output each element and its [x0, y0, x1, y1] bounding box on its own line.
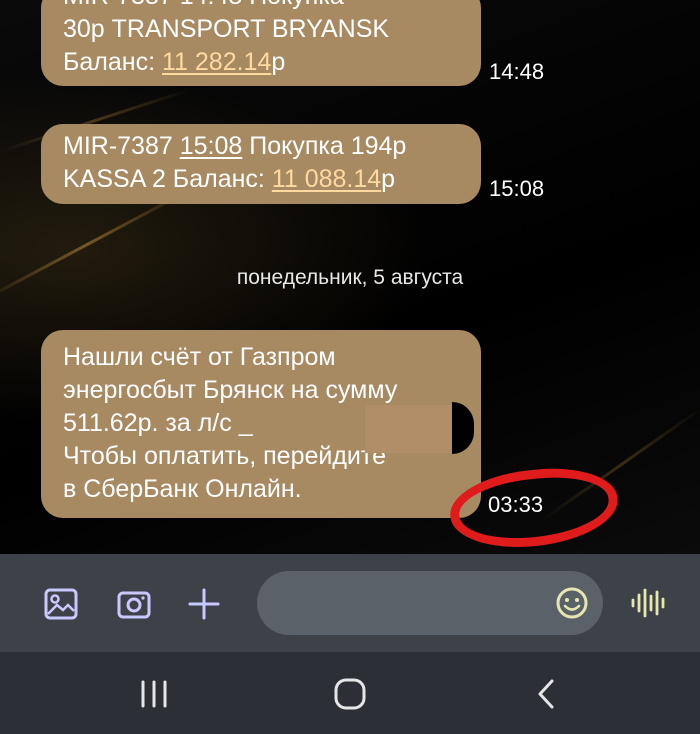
- message-input-bar: [0, 554, 700, 652]
- balance-link[interactable]: 11 282.14: [162, 48, 271, 76]
- plus-icon: [188, 588, 220, 620]
- chat-area: MIR-7387 14:48 Покупка 30р TRANSPORT BRY…: [0, 0, 700, 554]
- purchase-text: Покупка 194р: [242, 132, 407, 160]
- attach-button[interactable]: [187, 587, 221, 626]
- message-bubble[interactable]: MIR-7387 14:48 Покупка 30р TRANSPORT BRY…: [41, 0, 481, 86]
- message-line: энергосбыт Брянск на сумму: [63, 376, 398, 404]
- redaction-patch: [365, 405, 460, 453]
- currency-suffix: р: [381, 165, 396, 193]
- currency-suffix: р: [271, 48, 286, 76]
- back-button[interactable]: [534, 678, 558, 715]
- message-line: в СберБанк Онлайн.: [63, 475, 302, 503]
- message-time: 03:33: [488, 492, 544, 517]
- home-button[interactable]: [333, 677, 367, 716]
- message-line: Баланс: 11 282.14р: [63, 46, 459, 79]
- camera-button[interactable]: [117, 588, 151, 625]
- voice-icon: [631, 588, 665, 618]
- voice-button[interactable]: [630, 585, 666, 626]
- message-line: 30р TRANSPORT BRYANSK: [63, 15, 390, 43]
- message-input[interactable]: [281, 571, 555, 637]
- message-field[interactable]: [257, 571, 603, 637]
- message-line: MIR-7387 15:08 Покупка 194р: [63, 130, 459, 163]
- message-bubble[interactable]: MIR-7387 15:08 Покупка 194р KASSA 2 Бала…: [41, 124, 481, 204]
- emoji-button[interactable]: [555, 586, 589, 625]
- message-time: 14:48: [489, 59, 545, 84]
- back-icon: [538, 679, 554, 709]
- purchase-time[interactable]: 15:08: [180, 132, 243, 160]
- balance-link[interactable]: 11 088.14: [272, 165, 381, 193]
- message-line: Нашли счёт от Газпром: [63, 343, 336, 371]
- date-separator: понедельник, 5 августа: [236, 266, 464, 289]
- message-line: KASSA 2 Баланс: 11 088.14р: [63, 163, 459, 196]
- message-line: MIR-7387 14:48 Покупка: [63, 0, 459, 13]
- emoji-icon: [556, 587, 588, 619]
- balance-label: Баланс:: [63, 48, 162, 76]
- camera-icon: [117, 591, 151, 619]
- home-icon: [334, 678, 366, 710]
- recents-button[interactable]: [138, 680, 170, 713]
- card-label: MIR-7387: [63, 132, 180, 160]
- system-nav-bar: [0, 652, 700, 734]
- balance-label: KASSA 2 Баланс:: [63, 165, 272, 193]
- message-time: 15:08: [489, 176, 545, 201]
- gallery-button[interactable]: [44, 588, 78, 625]
- recents-icon: [141, 680, 167, 708]
- image-icon: [44, 588, 78, 620]
